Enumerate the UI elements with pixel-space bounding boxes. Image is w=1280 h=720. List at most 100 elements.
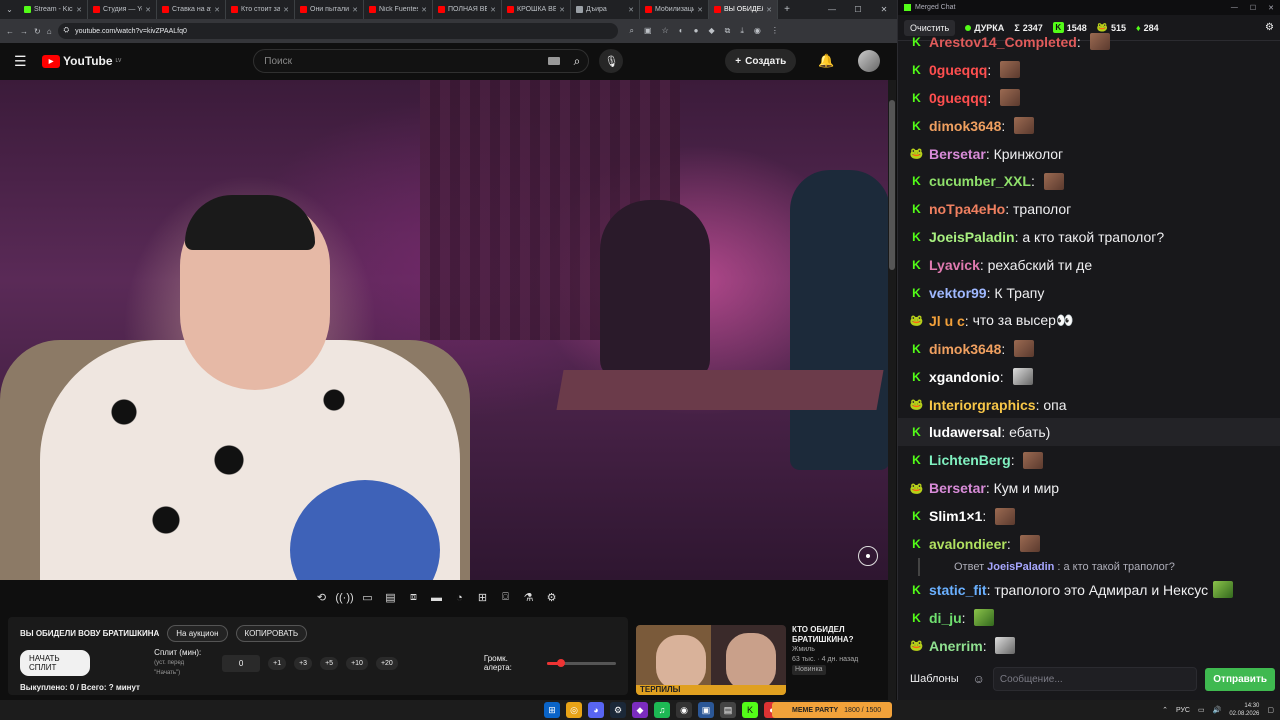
tab-search-icon[interactable]: ⌄	[0, 0, 19, 19]
browser-tab[interactable]: Кто стоит за ✕	[226, 0, 295, 19]
avatar[interactable]	[858, 50, 881, 72]
clip-icon[interactable]: ▤	[382, 589, 399, 606]
lang-indicator[interactable]: РУС	[1176, 707, 1190, 714]
chat-message[interactable]: Kludawersal: ебать)	[898, 418, 1280, 447]
chat-username[interactable]: Arestov14_Completed	[929, 34, 1077, 50]
browser-tab[interactable]: Ставка на аукцион✕	[157, 0, 226, 19]
youtube-logo[interactable]: ▶ YouTube LV	[42, 54, 121, 68]
tab-close-icon[interactable]: ✕	[490, 6, 496, 14]
increment-button[interactable]: +5	[320, 656, 339, 670]
new-tab-icon[interactable]: +	[778, 4, 796, 15]
send-button[interactable]: Отправить	[1205, 667, 1275, 691]
chat-username[interactable]: 0gueqqq	[929, 90, 987, 106]
screenshot-icon[interactable]: ⌼	[497, 589, 514, 606]
extension-icon[interactable]: ◆	[708, 26, 714, 36]
message-input[interactable]: Сообщение...	[992, 667, 1198, 691]
profile-icon[interactable]: ◉	[754, 26, 761, 36]
tray-arrow-icon[interactable]: ⌃	[1162, 706, 1168, 714]
increment-button[interactable]: +1	[268, 656, 287, 670]
chrome-icon[interactable]: ◎	[566, 702, 582, 718]
chat-message[interactable]: Kstatic_fit: траполого это Адмирал и Нек…	[898, 576, 1280, 604]
increment-button[interactable]: +3	[294, 656, 313, 670]
chat-username[interactable]: noTpa4eHo	[929, 201, 1005, 217]
chat-username[interactable]: static_fit	[929, 582, 987, 598]
recommended-title[interactable]: БРАТИШКИНА?	[792, 635, 858, 645]
templates-button[interactable]: Шаблоны	[904, 667, 965, 691]
app-icon[interactable]: ▣	[698, 702, 714, 718]
discord-icon[interactable]: ◕	[588, 702, 604, 718]
chat-message[interactable]: Kdi_ju:	[898, 604, 1280, 632]
gear-icon[interactable]: ⚙	[543, 589, 560, 606]
video-player[interactable]	[0, 80, 888, 580]
clock[interactable]: 14:30 02.08.2026	[1229, 702, 1259, 718]
search-input[interactable]: Поиск ⌕	[253, 49, 590, 73]
chat-username[interactable]: Bersetar	[929, 480, 986, 496]
flask-icon[interactable]: ⚗	[520, 589, 537, 606]
chat-username[interactable]: avalondieer	[929, 536, 1007, 552]
windows-start-icon[interactable]: ⊞	[544, 702, 560, 718]
chat-message[interactable]: K Arestov14_Completed:	[898, 28, 1280, 56]
search-icon[interactable]: ⌕	[574, 54, 581, 69]
tab-close-icon[interactable]: ✕	[697, 6, 703, 14]
tab-close-icon[interactable]: ✕	[214, 6, 220, 14]
tab-close-icon[interactable]: ✕	[628, 6, 634, 14]
chat-message[interactable]: K 0gueqqq:	[898, 56, 1280, 84]
alert-volume-slider[interactable]	[546, 658, 616, 667]
page-scrollbar[interactable]	[888, 80, 896, 700]
theater-icon[interactable]: ▬	[428, 589, 445, 606]
speed-icon[interactable]: ◔	[451, 589, 468, 606]
chat-username[interactable]: cucumber_XXL	[929, 173, 1031, 189]
tab-close-icon[interactable]: ✕	[283, 6, 289, 14]
chat-username[interactable]: dimok3648	[929, 118, 1001, 134]
chat-username[interactable]: 0gueqqq	[929, 62, 987, 78]
steam-icon[interactable]: ⚙	[610, 702, 626, 718]
chat-username[interactable]: Bersetar	[929, 146, 986, 162]
site-info-icon[interactable]: ⛭	[64, 27, 70, 35]
to-auction-button[interactable]: На аукцион	[167, 625, 228, 642]
chat-message[interactable]: Kcucumber_XXL:	[898, 167, 1280, 195]
app-icon[interactable]: ▤	[720, 702, 736, 718]
tab-close-icon[interactable]: ✕	[559, 6, 565, 14]
reload-icon[interactable]: ↻	[34, 27, 41, 36]
hamburger-menu-icon[interactable]: ☰	[14, 53, 32, 70]
chat-message[interactable]: K 0gueqqq:	[898, 84, 1280, 112]
browser-tab[interactable]: Мобилизация✕	[640, 0, 709, 19]
close-icon[interactable]: ✕	[871, 5, 897, 14]
puzzle-icon[interactable]: ⧉	[725, 26, 731, 36]
bookmark-star-icon[interactable]: ☆	[662, 26, 669, 36]
keyboard-icon[interactable]	[548, 57, 561, 65]
tab-close-icon[interactable]: ✕	[145, 6, 151, 14]
copy-button[interactable]: КОПИРОВАТЬ	[235, 625, 308, 642]
reply-target[interactable]: JoeisPaladin	[987, 561, 1054, 573]
zoom-icon[interactable]: ⌕	[630, 26, 634, 36]
browser-tab[interactable]: ВЫ ОБИДЕЛИ✕	[709, 0, 778, 19]
chat-message[interactable]: K JoeisPaladin: а кто такой траполог?	[898, 223, 1280, 251]
recommended-channel[interactable]: Жмиль	[792, 645, 858, 655]
browser-tab[interactable]: Nick Fuentes ✕	[364, 0, 433, 19]
emoji-icon[interactable]: ☺	[973, 672, 985, 686]
increment-button[interactable]: +10	[346, 656, 368, 670]
chat-message[interactable]: 🐸 Bersetar: Кум и мир	[898, 474, 1280, 502]
back-icon[interactable]: ←	[6, 27, 14, 36]
chat-message[interactable]: K LichtenBerg:	[898, 446, 1280, 474]
browser-tab[interactable]: ПОЛНАЯ ВЕРСИЯ✕	[433, 0, 502, 19]
app-icon[interactable]: ◆	[632, 702, 648, 718]
chat-username[interactable]: Interiorgraphics	[929, 397, 1036, 413]
translate-icon[interactable]: ▣	[644, 26, 652, 36]
alert-volume-knob[interactable]	[556, 658, 565, 667]
chat-username[interactable]: Jl u c	[929, 313, 965, 329]
spotify-icon[interactable]: ♫	[654, 702, 670, 718]
chat-message[interactable]: Kvektor99: К Трапу	[898, 279, 1280, 307]
chat-message[interactable]: K Lyavick: рехабский ти де	[898, 251, 1280, 279]
tab-close-icon[interactable]: ✕	[421, 6, 427, 14]
home-icon[interactable]: ⌂	[47, 27, 52, 36]
notification-icon[interactable]: ▢	[1267, 706, 1274, 714]
browser-tab[interactable]: Дъира ✕	[571, 0, 640, 19]
kick-widget[interactable]: MEME PARTY 1800 / 1500	[772, 702, 892, 718]
chat-message[interactable]: 🐸 Bersetar: Кринжолог	[898, 140, 1280, 168]
audio-icon[interactable]: ((·))	[335, 589, 353, 606]
chat-username[interactable]: Anerrim	[929, 638, 983, 654]
maximize-icon[interactable]: ☐	[1250, 4, 1256, 12]
chat-message[interactable]: 🐸 Jl u c: что за высер👀	[898, 307, 1280, 335]
maximize-icon[interactable]: ☐	[845, 5, 871, 14]
